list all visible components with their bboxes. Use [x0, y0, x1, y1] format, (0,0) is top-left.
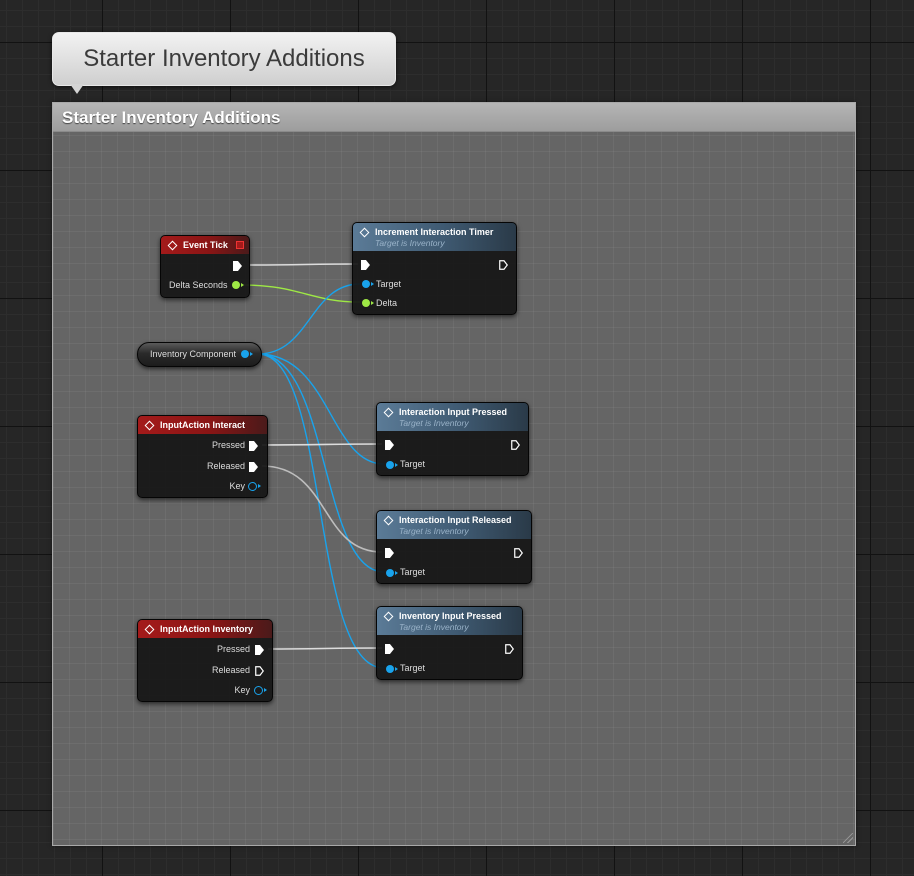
- event-diamond-icon: [167, 240, 178, 251]
- pin-arrow-icon: [371, 282, 374, 286]
- function-diamond-icon: [383, 611, 394, 622]
- inputaction-interact-header[interactable]: InputAction Interact: [138, 416, 267, 434]
- exec-output-pin[interactable]: [233, 261, 242, 271]
- interaction-released-subtitle: Target is Inventory: [399, 526, 469, 536]
- event-tick-title: Event Tick: [183, 240, 228, 250]
- interaction-pressed-title: Interaction Input Pressed: [399, 407, 508, 417]
- exec-input-pin[interactable]: [385, 440, 394, 450]
- inputaction-inventory-title: InputAction Inventory: [160, 624, 253, 634]
- inventory-pressed-title: Inventory Input Pressed: [399, 611, 502, 621]
- pin-arrow-icon: [258, 484, 261, 488]
- event-diamond-icon: [144, 624, 155, 635]
- target-label: Target: [400, 567, 426, 577]
- delta-input-pin[interactable]: [362, 299, 370, 307]
- target-input-pin[interactable]: [386, 665, 394, 673]
- exec-output-pin[interactable]: [514, 548, 523, 558]
- key-output-pin[interactable]: [248, 482, 257, 491]
- inventory-component-variable[interactable]: Inventory Component: [137, 342, 262, 367]
- pressed-exec-pin[interactable]: [249, 441, 258, 451]
- event-tick-header[interactable]: Event Tick: [161, 236, 249, 254]
- delta-label: Delta: [376, 298, 398, 308]
- pin-arrow-icon: [241, 283, 244, 287]
- increment-timer-subtitle: Target is Inventory: [375, 238, 445, 248]
- event-stop-icon: [236, 241, 244, 249]
- exec-input-pin[interactable]: [385, 644, 394, 654]
- exec-wire-interact-released: [261, 465, 383, 553]
- interaction-input-pressed-node[interactable]: Interaction Input Pressed Target is Inve…: [376, 402, 529, 476]
- interaction-released-title: Interaction Input Released: [399, 515, 512, 525]
- interaction-released-header[interactable]: Interaction Input Released Target is Inv…: [377, 511, 531, 539]
- inventory-pressed-subtitle: Target is Inventory: [399, 622, 469, 632]
- increment-interaction-timer-node[interactable]: Increment Interaction Timer Target is In…: [352, 222, 517, 315]
- exec-output-pin[interactable]: [505, 644, 514, 654]
- exec-wire-inventory-pressed: [267, 647, 383, 650]
- inventory-component-label: Inventory Component: [150, 349, 237, 359]
- target-input-pin[interactable]: [386, 569, 394, 577]
- pressed-label: Pressed: [216, 644, 250, 654]
- increment-timer-title: Increment Interaction Timer: [375, 227, 494, 237]
- pin-arrow-icon: [371, 301, 374, 305]
- interaction-pressed-header[interactable]: Interaction Input Pressed Target is Inve…: [377, 403, 528, 431]
- inputaction-inventory-node[interactable]: InputAction Inventory Pressed Released K…: [137, 619, 273, 702]
- key-output-pin[interactable]: [254, 686, 263, 695]
- inputaction-inventory-header[interactable]: InputAction Inventory: [138, 620, 272, 638]
- function-diamond-icon: [383, 515, 394, 526]
- released-exec-pin[interactable]: [255, 666, 264, 676]
- inventory-pressed-header[interactable]: Inventory Input Pressed Target is Invent…: [377, 607, 522, 635]
- released-exec-pin[interactable]: [249, 462, 258, 472]
- exec-input-pin[interactable]: [361, 260, 370, 270]
- interaction-input-released-node[interactable]: Interaction Input Released Target is Inv…: [376, 510, 532, 584]
- target-label: Target: [376, 279, 402, 289]
- exec-input-pin[interactable]: [385, 548, 394, 558]
- target-input-pin[interactable]: [362, 280, 370, 288]
- event-diamond-icon: [144, 420, 155, 431]
- delta-seconds-pin[interactable]: [232, 281, 240, 289]
- pressed-exec-pin[interactable]: [255, 645, 264, 655]
- pressed-label: Pressed: [211, 440, 245, 450]
- delta-seconds-label: Delta Seconds: [169, 280, 228, 290]
- pin-arrow-icon: [250, 352, 253, 356]
- released-label: Released: [211, 665, 250, 675]
- exec-output-pin[interactable]: [499, 260, 508, 270]
- exec-wire-interact-pressed: [261, 443, 383, 446]
- released-label: Released: [206, 461, 245, 471]
- object-wire-target-pressed: [257, 353, 385, 465]
- exec-output-pin[interactable]: [511, 440, 520, 450]
- pin-arrow-icon: [395, 667, 398, 671]
- pin-arrow-icon: [264, 688, 267, 692]
- target-label: Target: [400, 663, 426, 673]
- target-label: Target: [400, 459, 426, 469]
- exec-wire-tick: [249, 263, 359, 266]
- interaction-pressed-subtitle: Target is Inventory: [399, 418, 469, 428]
- key-label: Key: [229, 481, 245, 491]
- pin-arrow-icon: [395, 571, 398, 575]
- pin-arrow-icon: [395, 463, 398, 467]
- key-label: Key: [234, 685, 250, 695]
- function-diamond-icon: [359, 227, 370, 238]
- inventory-input-pressed-node[interactable]: Inventory Input Pressed Target is Invent…: [376, 606, 523, 680]
- inputaction-interact-title: InputAction Interact: [160, 420, 245, 430]
- object-wire-target-inventory: [257, 353, 385, 669]
- function-diamond-icon: [383, 407, 394, 418]
- inputaction-interact-node[interactable]: InputAction Interact Pressed Released Ke…: [137, 415, 268, 498]
- object-wire-target-released: [257, 353, 385, 573]
- increment-timer-header[interactable]: Increment Interaction Timer Target is In…: [353, 223, 516, 251]
- target-input-pin[interactable]: [386, 461, 394, 469]
- event-tick-node[interactable]: Event Tick Delta Seconds: [160, 235, 250, 298]
- inventory-component-output-pin[interactable]: [241, 350, 249, 358]
